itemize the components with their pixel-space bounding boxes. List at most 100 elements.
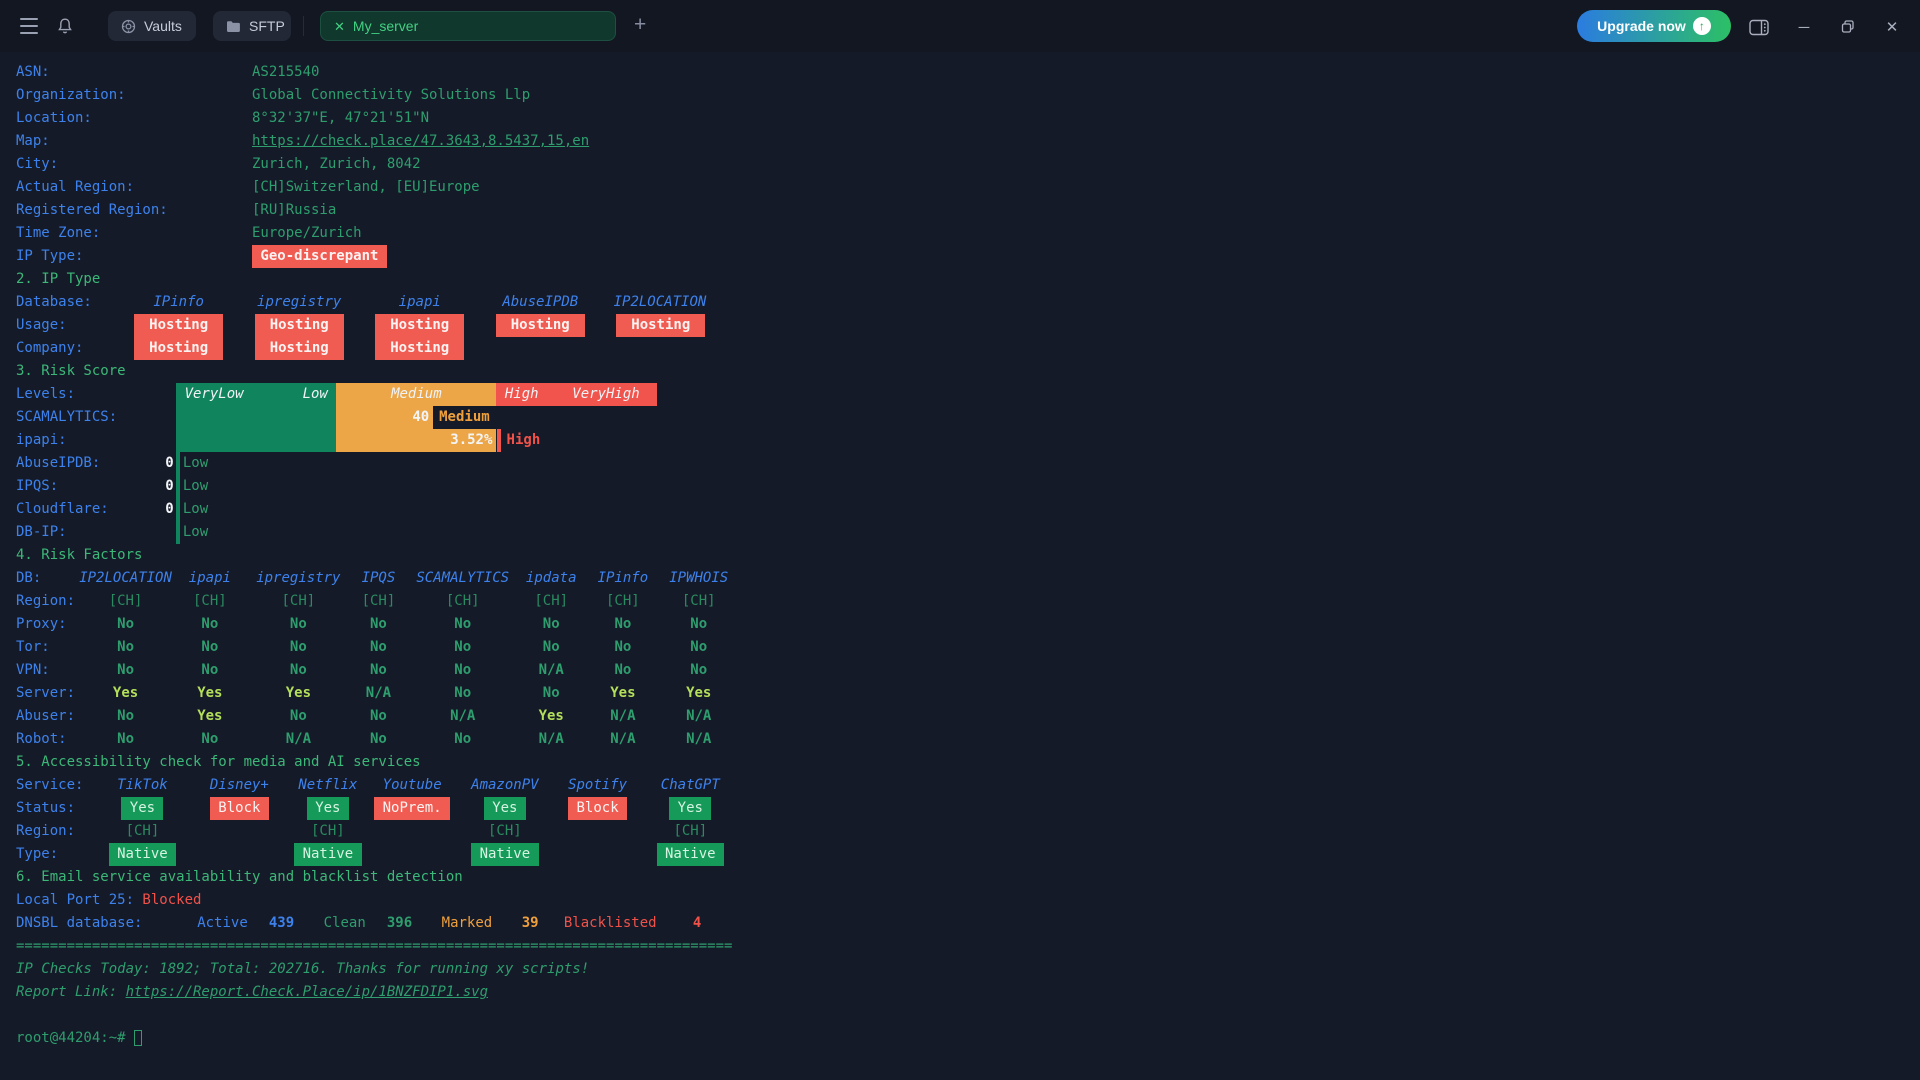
- line-city: City:Zurich, Zurich, 8042: [16, 153, 1920, 176]
- menu-icon[interactable]: [20, 18, 38, 34]
- terminal-text: [RU]Russia: [252, 199, 336, 222]
- new-tab-button[interactable]: +: [634, 13, 646, 37]
- terminal-text: [CH]: [673, 820, 707, 843]
- line-server: Server:YesYesYesN/ANoNoYesYes: [16, 682, 1920, 705]
- report-link[interactable]: https://Report.Check.Place/ip/1BNZFDIP1.…: [126, 981, 488, 1004]
- terminal-text: [497, 429, 501, 452]
- terminal-text: City:: [16, 153, 58, 176]
- line-status: Status:YesBlockYesNoPrem.YesBlockYes: [16, 797, 1920, 820]
- terminal-text: TikTok: [117, 774, 168, 797]
- terminal-text: AS215540: [252, 61, 319, 84]
- terminal-text: IP2LOCATION: [614, 291, 707, 314]
- terminal-text: Status:: [16, 797, 75, 820]
- terminal-text: Hosting: [496, 314, 585, 337]
- line-prompt: root@44204:~#: [16, 1027, 1920, 1050]
- terminal-text: N/A: [610, 705, 635, 728]
- terminal-text: Company:: [16, 337, 83, 360]
- terminal-text: IP2LOCATION: [79, 567, 172, 590]
- panel-toggle-icon[interactable]: [1746, 14, 1772, 40]
- terminal-text: Low: [183, 475, 208, 498]
- terminal-text: NoPrem.: [374, 797, 450, 820]
- line-organization: Organization:Global Connectivity Solutio…: [16, 84, 1920, 107]
- line-section-4: 4. Risk Factors: [16, 544, 1920, 567]
- terminal-text: [CH]: [534, 590, 568, 613]
- terminal-text: No: [370, 659, 387, 682]
- close-button[interactable]: ✕: [1879, 14, 1905, 40]
- tab-vaults[interactable]: Vaults: [108, 11, 196, 41]
- line-checks-summary: IP Checks Today: 1892; Total: 202716. Th…: [16, 958, 1920, 981]
- tab-my-server[interactable]: ✕ My_server: [320, 11, 616, 41]
- terminal-text: No: [543, 636, 560, 659]
- terminal-text: No: [370, 636, 387, 659]
- close-tab-icon[interactable]: ✕: [334, 20, 345, 33]
- terminal-text: No: [290, 613, 307, 636]
- tab-divider: [303, 16, 304, 36]
- line-separator: ========================================…: [16, 935, 1920, 958]
- terminal-text: Marked: [442, 912, 493, 935]
- terminal-text: Type:: [16, 843, 58, 866]
- terminal-text: [176, 521, 179, 544]
- terminal-text: Database:: [16, 291, 92, 314]
- terminal-text: No: [370, 705, 387, 728]
- terminal-text: [CH]: [488, 820, 522, 843]
- terminal-text: N/A: [539, 728, 564, 751]
- terminal-text: DNSBL database:: [16, 912, 142, 935]
- terminal-text: No: [543, 613, 560, 636]
- tab-sftp[interactable]: SFTP: [213, 11, 291, 41]
- upgrade-button[interactable]: Upgrade now ↑: [1577, 10, 1731, 42]
- terminal[interactable]: ASN:AS215540Organization:Global Connecti…: [0, 52, 1920, 1080]
- terminal-text: No: [614, 659, 631, 682]
- line-ipapi-score: ipapi:3.52%High: [16, 429, 1920, 452]
- terminal-text: No: [690, 613, 707, 636]
- line-abuseipdb-score: AbuseIPDB: 0 Low: [16, 452, 1920, 475]
- terminal-text: No: [290, 705, 307, 728]
- terminal-text: N/A: [686, 705, 711, 728]
- terminal-text: AbuseIPDB:: [16, 452, 100, 475]
- terminal-text: Yes: [307, 797, 349, 820]
- terminal-text: 0: [165, 452, 173, 475]
- minimize-button[interactable]: ─: [1791, 14, 1817, 40]
- line-abuser: Abuser:NoYesNoNoN/AYesN/AN/A: [16, 705, 1920, 728]
- terminal-text: No: [543, 682, 560, 705]
- terminal-text: Spotify: [568, 774, 627, 797]
- terminal-text: ipapi: [189, 567, 231, 590]
- terminal-text: [CH]: [606, 590, 640, 613]
- terminal-text: [176, 498, 179, 521]
- terminal-text: N/A: [366, 682, 391, 705]
- tab-vaults-label: Vaults: [144, 18, 182, 34]
- maximize-restore-button[interactable]: [1835, 14, 1861, 40]
- terminal-text: Hosting: [375, 337, 464, 360]
- terminal-text: Service:: [16, 774, 83, 797]
- terminal-text: No: [454, 659, 471, 682]
- terminal-text: Hosting: [134, 337, 223, 360]
- notifications-bell-icon[interactable]: [54, 15, 76, 37]
- terminal-text: 8°32'37"E, 47°21'51"N: [252, 107, 429, 130]
- map-link[interactable]: https://check.place/47.3643,8.5437,15,en: [252, 130, 589, 153]
- terminal-text: Hosting: [255, 314, 344, 337]
- line-ip-type: IP Type:Geo-discrepant: [16, 245, 1920, 268]
- terminal-text: Yes: [286, 682, 311, 705]
- terminal-text: Hosting: [616, 314, 705, 337]
- tab-my-server-label: My_server: [353, 18, 418, 34]
- terminal-text: Native: [657, 843, 724, 866]
- terminal-text: Disney+: [210, 774, 269, 797]
- terminal-text: Low: [183, 498, 208, 521]
- terminal-text: 439: [269, 912, 294, 935]
- terminal-text: No: [117, 613, 134, 636]
- vault-icon: [121, 19, 136, 34]
- terminal-text: ========================================…: [16, 935, 732, 958]
- terminal-text: 5. Accessibility check for media and AI …: [16, 751, 421, 774]
- terminal-text: N/A: [286, 728, 311, 751]
- terminal-text: Medium: [336, 383, 496, 406]
- terminal-text: 396: [387, 912, 412, 935]
- terminal-text: No: [614, 636, 631, 659]
- terminal-text: N/A: [450, 705, 475, 728]
- terminal-text: Low: [183, 452, 208, 475]
- terminal-text: DB-IP:: [16, 521, 67, 544]
- line-section-2: 2. IP Type: [16, 268, 1920, 291]
- terminal-text: [CH]: [362, 590, 396, 613]
- shell-prompt: root@44204:~#: [16, 1027, 134, 1050]
- terminal-text: Yes: [113, 682, 138, 705]
- terminal-text: ipregistry: [256, 567, 340, 590]
- terminal-text: Server:: [16, 682, 75, 705]
